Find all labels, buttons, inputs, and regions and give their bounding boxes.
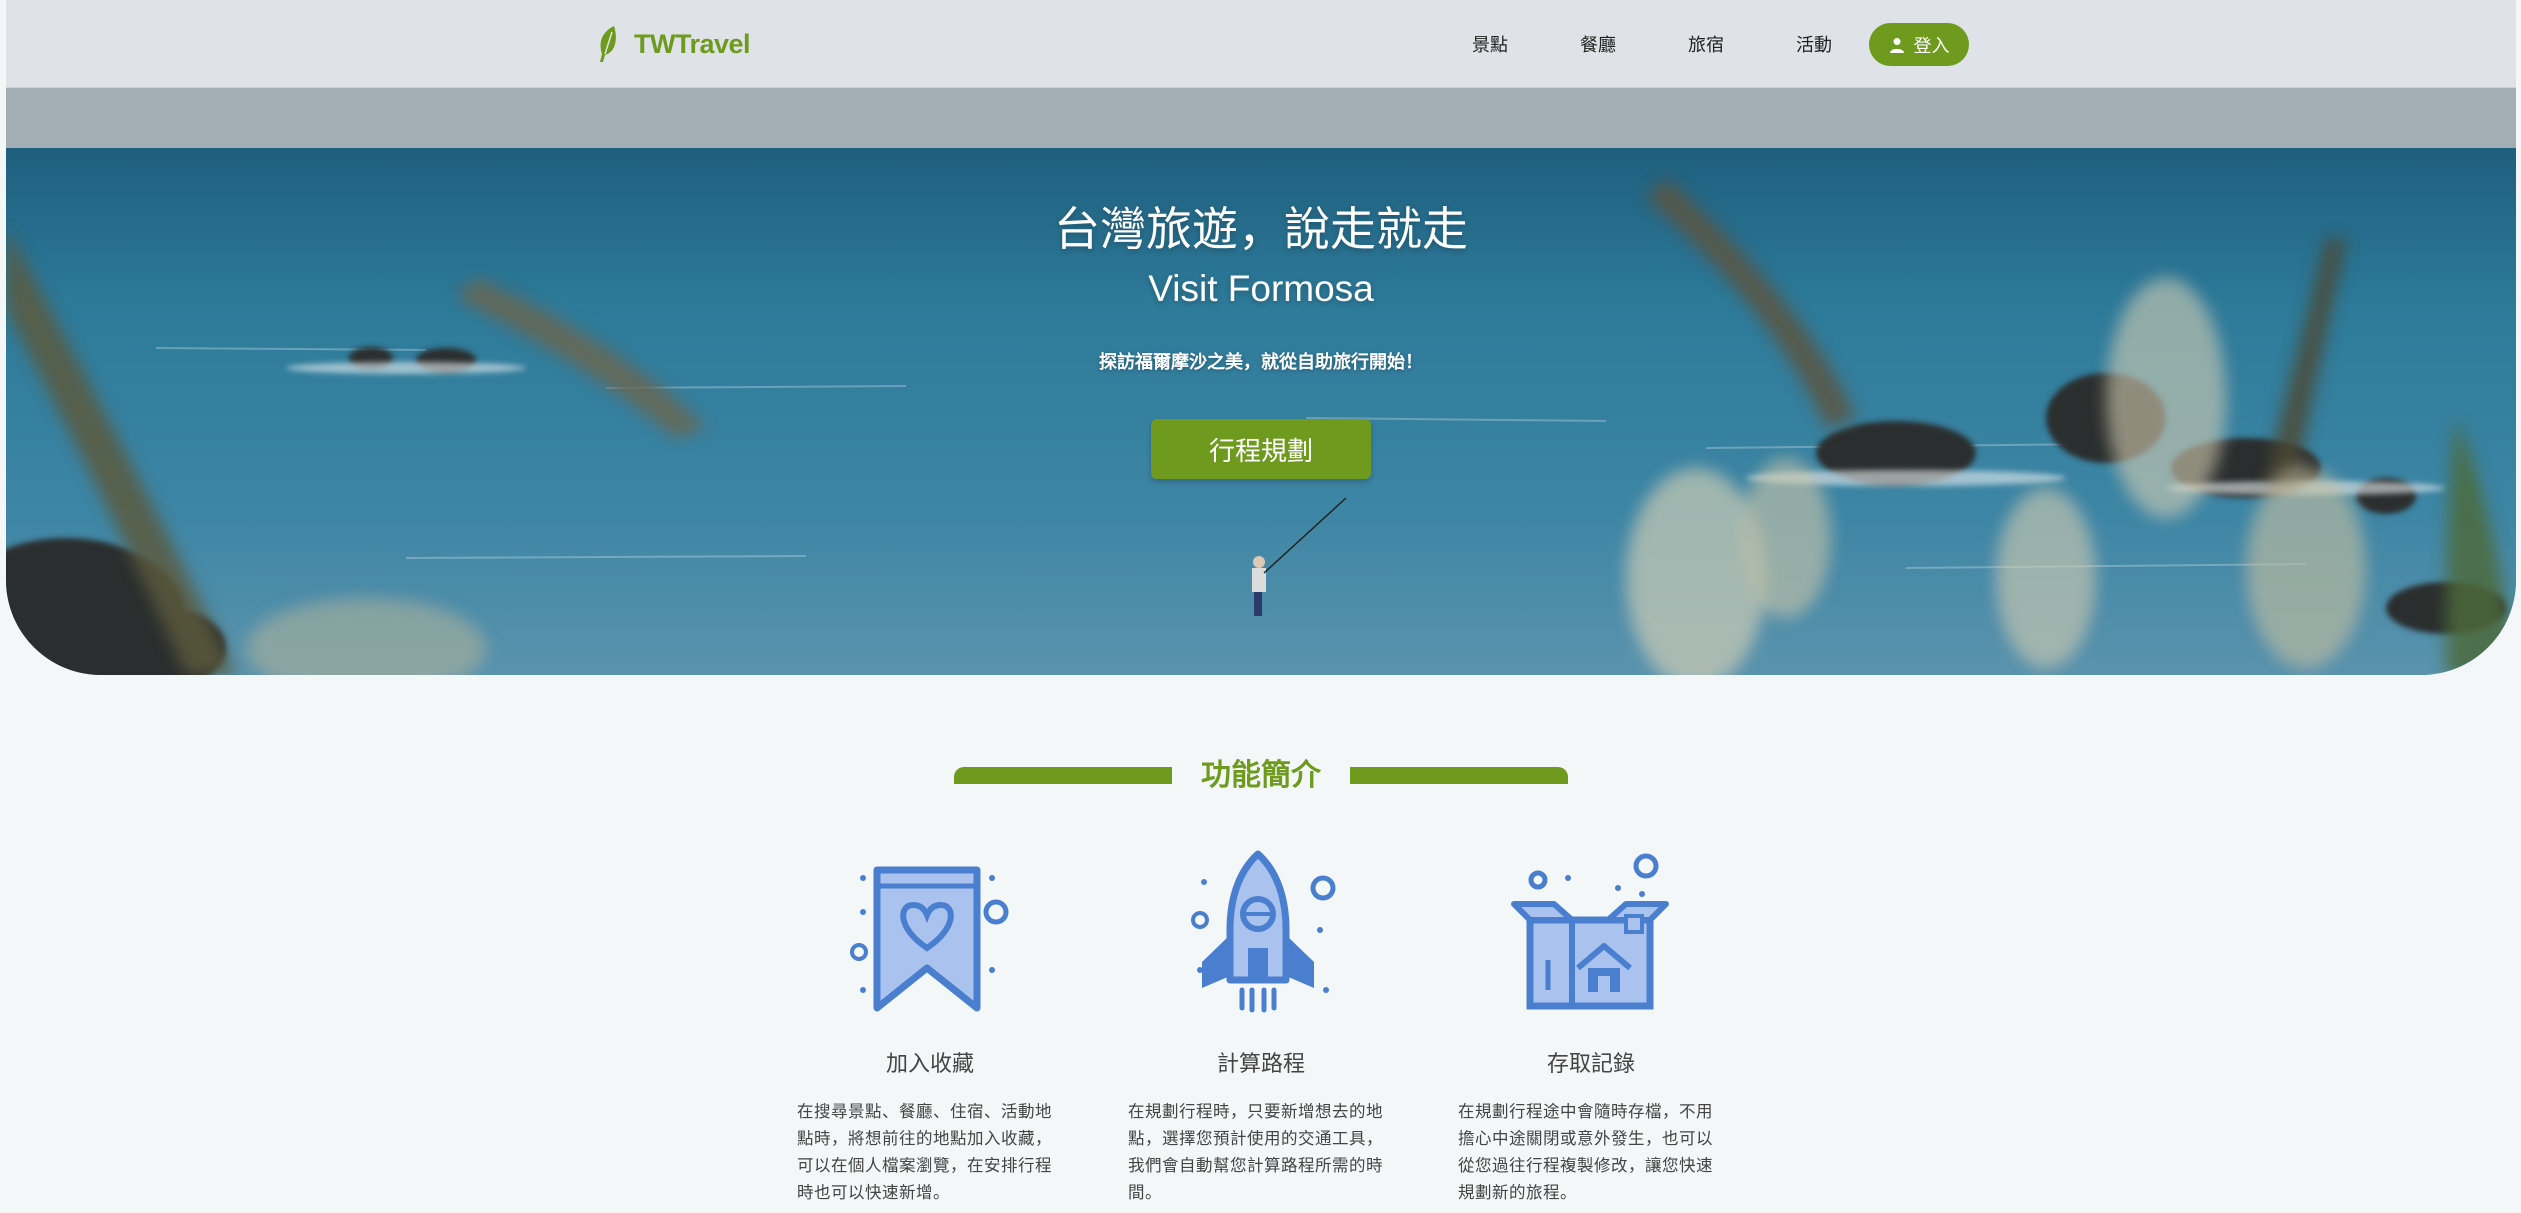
brand-logo[interactable]: TWTravel [596,22,751,66]
features-section-heading: 功能簡介 [954,752,1568,793]
user-icon [1889,37,1904,53]
hero-tagline: 探訪福爾摩沙之美，就從自助旅行開始！ [1099,352,1423,373]
features-title: 功能簡介 [1201,758,1321,793]
leaf-logo-icon [600,26,616,62]
rocket-icon [1191,850,1336,1013]
top-navbar: TWTravel 景點 餐廳 旅宿 活動 登入 [6,0,2516,88]
feature-desc-favorites: 在搜尋景點、餐廳、住宿、活動地點時，將想前往的地點加入收藏，可以在個人檔案瀏覽，… [797,1102,1052,1202]
feature-desc-records: 在規劃行程途中會隨時存檔，不用擔心中途關閉或意外發生，也可以從您過往行程複製修改… [1458,1102,1713,1202]
feature-desc-route: 在規劃行程時，只要新增想去的地點，選擇您預計使用的交通工具，我們會自動幫您計算路… [1128,1102,1383,1202]
feature-title-records: 存取記錄 [1546,1052,1635,1077]
login-label: 登入 [1913,35,1950,57]
nav-link-activities[interactable]: 活動 [1760,31,1868,57]
open-box-icon [1511,853,1669,1010]
hero-title: 台灣旅遊，說走就走 [1054,202,1468,256]
bookmark-heart-icon [850,866,1009,1012]
heading-bar-left [954,767,1172,784]
hero-banner: 台灣旅遊，說走就走 Visit Formosa 探訪福爾摩沙之美，就從自助旅行開… [6,88,2516,675]
trip-planning-button[interactable]: 行程規劃 [1151,419,1371,479]
heading-bar-right [1350,767,1568,784]
feature-title-route: 計算路程 [1216,1052,1305,1077]
hero-subtitle: Visit Formosa [1148,268,1374,309]
nav-link-hotels[interactable]: 旅宿 [1652,31,1760,57]
feature-title-favorites: 加入收藏 [885,1052,974,1077]
hero-background-photo [6,88,2516,675]
brand-name: TWTravel [634,28,751,59]
login-button[interactable]: 登入 [1869,23,1969,66]
nav-links: 景點 餐廳 旅宿 活動 [1436,24,1868,64]
nav-link-attractions[interactable]: 景點 [1436,31,1544,57]
nav-link-restaurants[interactable]: 餐廳 [1544,31,1652,57]
